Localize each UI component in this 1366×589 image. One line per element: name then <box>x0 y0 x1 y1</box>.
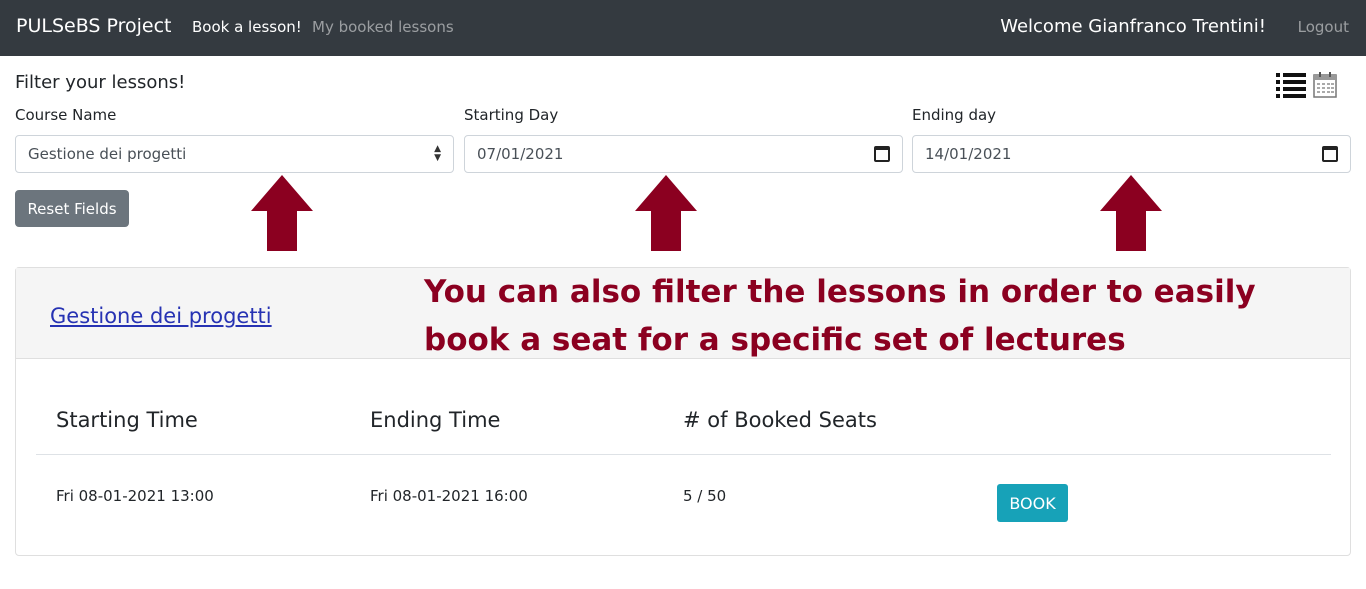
up-arrow-icon <box>251 175 313 251</box>
starting-day-input[interactable]: 07/01/2021 <box>464 135 903 173</box>
nav-my-booked-lessons[interactable]: My booked lessons <box>312 18 454 36</box>
annotation-callout: You can also filter the lessons in order… <box>424 274 1256 358</box>
calendar-picker-icon[interactable] <box>874 146 890 162</box>
course-title-link[interactable]: Gestione dei progetti <box>50 304 272 328</box>
column-header-booked-seats: # of Booked Seats <box>683 408 877 432</box>
column-header-ending-time: Ending Time <box>370 408 501 432</box>
table-divider <box>36 454 1331 455</box>
nav-book-lesson[interactable]: Book a lesson! <box>192 18 302 36</box>
book-button[interactable]: BOOK <box>997 484 1068 522</box>
course-select[interactable]: Gestione dei progetti ▲ ▼ <box>15 135 454 173</box>
calendar-view-icon[interactable] <box>1313 72 1337 102</box>
welcome-text: Welcome Gianfranco Trentini! <box>1000 16 1266 37</box>
up-arrow-icon <box>635 175 697 251</box>
lesson-booked-seats: 5 / 50 <box>683 487 727 505</box>
starting-day-value: 07/01/2021 <box>477 145 564 163</box>
view-toggle <box>1276 72 1337 102</box>
select-caret-icon: ▲ ▼ <box>434 144 441 163</box>
lesson-start-time: Fri 08-01-2021 13:00 <box>56 487 214 505</box>
column-header-starting-time: Starting Time <box>56 408 198 432</box>
list-view-icon[interactable] <box>1276 72 1306 102</box>
ending-day-value: 14/01/2021 <box>925 145 1012 163</box>
starting-day-label: Starting Day <box>464 106 559 124</box>
course-name-label: Course Name <box>15 106 117 124</box>
filter-title: Filter your lessons! <box>15 72 186 93</box>
logout-link[interactable]: Logout <box>1298 18 1349 36</box>
course-card: Gestione dei progetti You can also filte… <box>15 267 1351 556</box>
course-select-value: Gestione dei progetti <box>28 145 187 163</box>
reset-fields-button[interactable]: Reset Fields <box>15 190 129 227</box>
ending-day-input[interactable]: 14/01/2021 <box>912 135 1351 173</box>
top-navbar: PULSeBS Project Book a lesson! My booked… <box>0 0 1366 56</box>
ending-day-label: Ending day <box>912 106 997 124</box>
up-arrow-icon <box>1100 175 1162 251</box>
brand[interactable]: PULSeBS Project <box>16 15 172 37</box>
lesson-end-time: Fri 08-01-2021 16:00 <box>370 487 528 505</box>
calendar-picker-icon[interactable] <box>1322 146 1338 162</box>
